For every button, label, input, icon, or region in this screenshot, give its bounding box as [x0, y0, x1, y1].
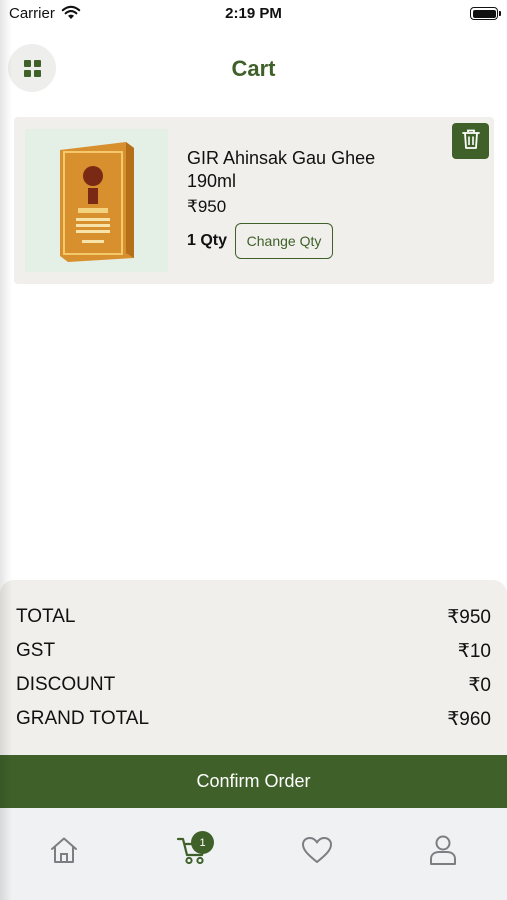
- product-quantity: 1 Qty: [187, 232, 228, 249]
- summary-label: GRAND TOTAL: [16, 708, 150, 729]
- product-image: [25, 129, 168, 272]
- change-qty-button[interactable]: Change Qty: [235, 223, 333, 259]
- home-icon: [49, 836, 79, 869]
- summary-value: ₹950: [447, 607, 491, 628]
- tab-home[interactable]: [42, 830, 86, 874]
- confirm-order-button[interactable]: Confirm Order: [0, 755, 507, 808]
- summary-label: TOTAL: [16, 606, 76, 627]
- user-icon: [429, 834, 457, 871]
- cart-item: GIR Ahinsak Gau Ghee 190ml ₹950 1 Qty Ch…: [14, 117, 494, 284]
- summary-value: ₹960: [447, 709, 491, 730]
- summary-value: ₹10: [457, 641, 491, 662]
- tab-favorites[interactable]: [295, 830, 339, 874]
- battery-icon: [470, 7, 501, 20]
- summary-value: ₹0: [468, 675, 491, 696]
- tab-profile[interactable]: [421, 830, 465, 874]
- summary-label: GST: [16, 640, 56, 661]
- delete-item-button[interactable]: [452, 123, 489, 159]
- page-title: Cart: [231, 56, 276, 81]
- cart-badge: 1: [191, 831, 214, 854]
- summary-row-discount: DISCOUNT ₹0: [16, 674, 491, 700]
- order-summary: TOTAL ₹950 GST ₹10 DISCOUNT ₹0 GRAND TOT…: [0, 580, 507, 756]
- status-time: 2:19 PM: [225, 5, 282, 22]
- summary-row-total: TOTAL ₹950: [16, 606, 491, 632]
- summary-row-grand-total: GRAND TOTAL ₹960: [16, 708, 491, 734]
- status-bar: Carrier 2:19 PM: [0, 0, 507, 28]
- left-edge-shadow: [0, 0, 12, 900]
- tab-bar: 1: [0, 808, 507, 900]
- heart-icon: [301, 836, 333, 869]
- summary-row-gst: GST ₹10: [16, 640, 491, 666]
- trash-icon: [461, 129, 480, 154]
- summary-label: DISCOUNT: [16, 674, 116, 695]
- product-name: GIR Ahinsak Gau Ghee 190ml: [187, 148, 376, 191]
- product-price: ₹950: [187, 197, 227, 216]
